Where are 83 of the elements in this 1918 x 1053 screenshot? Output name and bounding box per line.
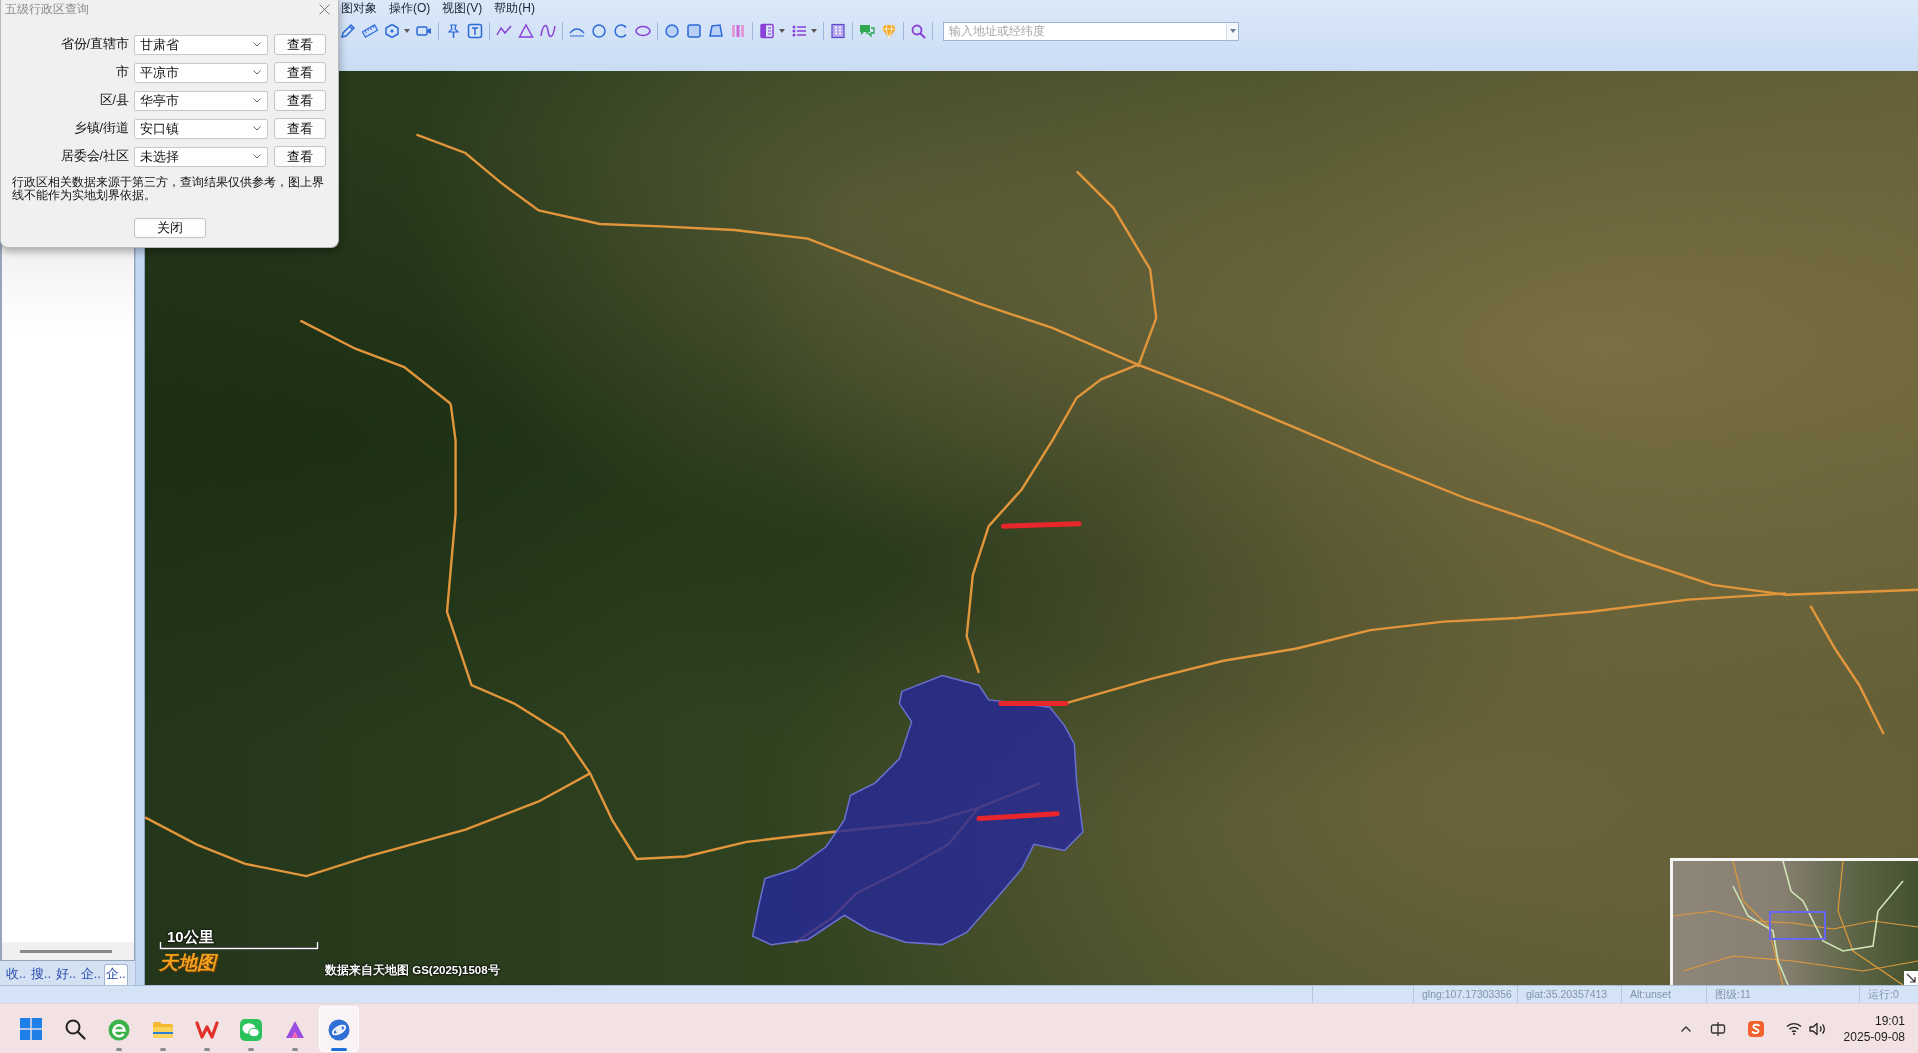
view-button[interactable]: 查看 [274, 34, 326, 55]
caret-icon [1229, 29, 1236, 33]
district-boundary-area[interactable] [751, 674, 1084, 946]
region-dropdown[interactable]: 平凉市 [134, 62, 268, 83]
pencil-icon[interactable] [340, 23, 356, 39]
four-squares-icon [20, 1017, 42, 1040]
clock-time: 19:01 [1874, 1012, 1905, 1029]
sidebar-tab[interactable]: 收.. [4, 964, 28, 985]
stripes-icon[interactable] [730, 23, 746, 39]
taskbar-app-button[interactable] [319, 1005, 359, 1052]
viewport-frame[interactable] [1769, 911, 1826, 940]
view-button[interactable]: 查看 [274, 118, 326, 139]
camera-icon[interactable] [416, 23, 432, 39]
chevron-down-icon [253, 42, 261, 47]
scrollbar-thumb[interactable] [20, 949, 112, 953]
field-label: 省份/直辖市 [59, 36, 129, 54]
status-text: Alt:unset [1630, 988, 1671, 1000]
caret-icon[interactable] [404, 29, 410, 33]
ellipse-icon[interactable] [635, 23, 651, 39]
chevron-down-icon [253, 126, 261, 131]
input-method-icon[interactable] [1709, 1020, 1726, 1037]
close-button[interactable]: 关闭 [133, 218, 206, 238]
search-icon [64, 1017, 86, 1040]
triangle-icon[interactable] [518, 23, 534, 39]
view-button[interactable]: 查看 [274, 146, 326, 167]
sidebar-tab[interactable]: 好.. [53, 964, 78, 985]
resize-arrow-icon[interactable] [1904, 971, 1918, 985]
caret-icon[interactable] [811, 29, 817, 33]
region-dropdown[interactable]: 安口镇 [134, 118, 268, 139]
building-icon[interactable] [830, 23, 846, 39]
view-button[interactable]: 查看 [274, 90, 326, 111]
chevron-down-icon [253, 70, 261, 75]
field-label: 市 [115, 64, 129, 82]
globe-icon [327, 1017, 351, 1042]
field-label: 区/县 [98, 92, 129, 110]
sidebar-tab[interactable]: 企.. [78, 964, 103, 985]
list-icon[interactable] [791, 23, 807, 39]
chat-icon[interactable] [859, 23, 875, 39]
circle-icon[interactable] [591, 23, 607, 39]
address-search-field[interactable]: 输入地址或经纬度 [943, 21, 1226, 41]
region-dropdown[interactable]: 华亭市 [134, 90, 268, 111]
curve-icon[interactable] [540, 23, 556, 39]
input-app-icon[interactable] [1747, 1020, 1764, 1037]
region-dropdown[interactable]: 未选择 [134, 146, 268, 167]
menu-item[interactable]: 视图(V) [442, 0, 483, 15]
text-box-icon[interactable] [467, 23, 483, 39]
annotation-stroke [998, 701, 1069, 707]
close-icon[interactable] [319, 3, 330, 15]
region-dropdown[interactable]: 甘肃省 [134, 34, 268, 55]
layout-icon[interactable] [759, 23, 775, 39]
menu-item[interactable]: 帮助(H) [494, 0, 535, 15]
menu-item[interactable]: 图对象 [341, 0, 377, 15]
map-logo: 天地图 [159, 952, 216, 974]
caret-icon[interactable] [779, 29, 785, 33]
field-label: 居委会/社区 [59, 148, 129, 166]
speaker-icon[interactable] [1808, 1021, 1827, 1036]
filled-circle-icon[interactable] [664, 23, 680, 39]
filled-polygon-icon[interactable] [708, 23, 724, 39]
sidebar-tab[interactable]: 搜.. [28, 964, 53, 985]
browser-icon [107, 1017, 131, 1042]
view-button[interactable]: 查看 [274, 62, 326, 83]
status-text: 运行:0 [1868, 988, 1899, 1000]
filled-square-icon[interactable] [686, 23, 702, 39]
dropdown-button[interactable] [1226, 21, 1239, 41]
dialog-title: 五级行政区查询 [5, 2, 89, 16]
chat-bubbles-icon [239, 1017, 263, 1042]
attribution-text: 数据来自天地图 GS(2025)1508号 [325, 964, 500, 977]
horizontal-scrollbar[interactable] [2, 942, 134, 960]
clock-date: 2025-09-08 [1843, 1028, 1905, 1045]
pushpin-icon[interactable] [445, 23, 461, 39]
field-label: 乡镇/街道 [72, 120, 129, 138]
status-text: 图级:11 [1715, 988, 1751, 1000]
status-text: glat:35.20357413 [1526, 988, 1608, 1000]
chevron-down-icon [253, 154, 261, 159]
ruler-icon[interactable] [362, 23, 378, 39]
wifi-icon[interactable] [1785, 1022, 1802, 1035]
chevron-down-icon [253, 98, 261, 103]
menu-item[interactable]: 操作(O) [389, 0, 431, 15]
search-icon[interactable] [910, 23, 926, 39]
hexagon-icon[interactable] [384, 23, 400, 39]
sidebar-tab[interactable]: 企.. [103, 964, 128, 985]
scale-label: 10公里 [167, 929, 214, 944]
status-text: glng:107.17303356 [1422, 988, 1512, 1000]
